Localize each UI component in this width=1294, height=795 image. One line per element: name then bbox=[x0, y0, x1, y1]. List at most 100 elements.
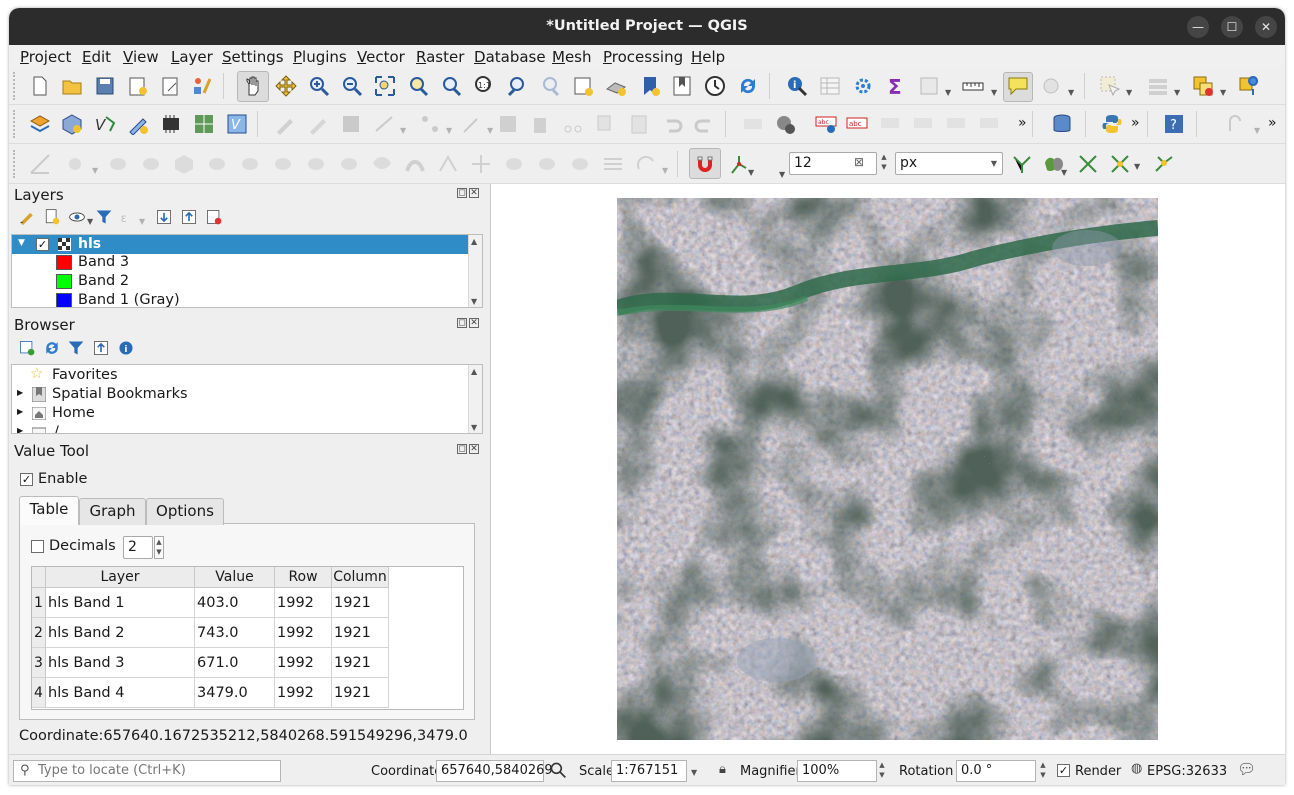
lock-scale-icon[interactable]: 🔒︎ bbox=[719, 762, 726, 777]
tab-table[interactable]: Table bbox=[19, 496, 79, 525]
filter-browser-icon[interactable] bbox=[67, 339, 85, 357]
modify-attributes-all-icon[interactable] bbox=[497, 113, 519, 135]
close-panel-icon[interactable]: ✕ bbox=[469, 318, 479, 328]
georeferencer-icon[interactable] bbox=[1227, 113, 1249, 135]
browser-item-favorites[interactable]: ☆ Favorites bbox=[12, 365, 468, 385]
trace-digitizing-icon[interactable] bbox=[1109, 153, 1131, 175]
chevron-down-icon[interactable]: ▼ bbox=[87, 217, 93, 226]
layer-visibility-checkbox[interactable]: ✓ bbox=[36, 238, 49, 251]
statistical-summary-icon[interactable]: Σ bbox=[885, 75, 907, 97]
help-contents-icon[interactable]: ? bbox=[1163, 113, 1185, 135]
chevron-down-icon[interactable]: ▼ bbox=[662, 166, 668, 175]
redo-icon[interactable] bbox=[694, 113, 716, 135]
select-by-location-icon[interactable] bbox=[1237, 75, 1259, 97]
move-label-icon[interactable] bbox=[912, 113, 934, 135]
cell-layer[interactable]: hls Band 1 bbox=[46, 588, 195, 618]
pan-to-selection-icon[interactable] bbox=[275, 75, 297, 97]
cell-column[interactable]: 1921 bbox=[332, 618, 389, 648]
toolbar-overflow-icon[interactable]: » bbox=[1131, 115, 1140, 131]
move-feature-icon[interactable] bbox=[64, 153, 86, 175]
toolbar-overflow-icon[interactable]: » bbox=[1018, 115, 1027, 131]
map-canvas[interactable] bbox=[490, 184, 1285, 754]
browser-item-root[interactable]: ▶ / bbox=[12, 423, 468, 433]
cut-features-icon[interactable] bbox=[562, 113, 584, 135]
filter-legend-icon[interactable] bbox=[95, 208, 113, 226]
field-calculator-icon[interactable] bbox=[918, 75, 940, 97]
rotate-label-icon[interactable] bbox=[945, 113, 967, 135]
chevron-down-icon[interactable]: ▼ bbox=[1220, 88, 1226, 97]
cell-layer[interactable]: hls Band 4 bbox=[46, 678, 195, 708]
menu-vector[interactable]: Vector bbox=[357, 48, 405, 66]
chevron-down-icon[interactable]: ▼ bbox=[1068, 88, 1074, 97]
topological-editing-icon[interactable] bbox=[1011, 153, 1033, 175]
properties-info-icon[interactable]: i bbox=[117, 339, 135, 357]
expand-arrow-icon[interactable]: ▶ bbox=[17, 388, 23, 397]
cell-value[interactable]: 671.0 bbox=[195, 648, 275, 678]
menu-edit[interactable]: Edit bbox=[82, 48, 111, 66]
measure-line-icon[interactable] bbox=[962, 75, 984, 97]
row-header[interactable]: 2 bbox=[32, 618, 46, 648]
layout-manager-icon[interactable] bbox=[160, 75, 182, 97]
merge-features-icon[interactable] bbox=[569, 153, 591, 175]
scale-feature-icon[interactable] bbox=[140, 153, 162, 175]
remove-layer-icon[interactable] bbox=[205, 208, 223, 226]
current-edits-icon[interactable] bbox=[274, 113, 296, 135]
data-source-manager-icon[interactable] bbox=[29, 113, 51, 135]
paste-features-icon[interactable] bbox=[628, 113, 650, 135]
cell-layer[interactable]: hls Band 3 bbox=[46, 648, 195, 678]
toggle-editing-icon[interactable] bbox=[307, 113, 329, 135]
processing-toolbox-icon[interactable] bbox=[852, 75, 874, 97]
decimals-spinbox[interactable]: 2 bbox=[123, 536, 153, 559]
tab-options[interactable]: Options bbox=[146, 498, 224, 525]
browser-item-home[interactable]: ▶ Home bbox=[12, 404, 468, 423]
column-header-value[interactable]: Value bbox=[195, 567, 275, 588]
delete-part-icon[interactable] bbox=[338, 153, 360, 175]
messages-icon[interactable]: 💬︎ bbox=[1237, 760, 1256, 778]
manage-map-themes-icon[interactable] bbox=[68, 208, 86, 226]
chevron-down-icon[interactable]: ▼ bbox=[748, 168, 754, 177]
chevron-down-icon[interactable]: ▼ bbox=[1126, 88, 1132, 97]
float-panel-icon[interactable]: ◻ bbox=[457, 318, 467, 328]
advanced-digitizing-icon[interactable] bbox=[29, 153, 51, 175]
zoom-last-icon[interactable] bbox=[506, 75, 528, 97]
split-parts-icon[interactable] bbox=[536, 153, 558, 175]
show-bookmarks-icon[interactable] bbox=[671, 75, 693, 97]
magnifier-field[interactable]: 100% bbox=[797, 760, 877, 782]
select-by-value-icon[interactable] bbox=[1147, 75, 1169, 97]
toolbar-grip[interactable] bbox=[13, 72, 17, 100]
zoom-in-icon[interactable] bbox=[308, 75, 330, 97]
collapse-arrow-icon[interactable]: ▼ bbox=[18, 238, 25, 248]
cell-column[interactable]: 1921 bbox=[332, 588, 389, 618]
browser-item-spatial-bookmarks[interactable]: ▶ Spatial Bookmarks bbox=[12, 385, 468, 404]
add-part-icon[interactable] bbox=[239, 153, 261, 175]
new-project-icon[interactable] bbox=[29, 75, 51, 97]
deselect-features-icon[interactable] bbox=[1192, 75, 1214, 97]
cell-row[interactable]: 1992 bbox=[275, 678, 332, 708]
menu-project[interactable]: Project bbox=[20, 48, 71, 66]
menu-database[interactable]: Database bbox=[474, 48, 546, 66]
chevron-down-icon[interactable]: ▼ bbox=[1061, 168, 1067, 177]
delete-selected-icon[interactable] bbox=[529, 113, 551, 135]
menu-view[interactable]: View bbox=[123, 48, 159, 66]
copy-features-icon[interactable] bbox=[595, 113, 617, 135]
menu-raster[interactable]: Raster bbox=[416, 48, 464, 66]
new-print-layout-icon[interactable] bbox=[127, 75, 149, 97]
cell-value[interactable]: 3479.0 bbox=[195, 678, 275, 708]
expand-arrow-icon[interactable]: ▶ bbox=[17, 407, 23, 416]
chevron-down-icon[interactable]: ▼ bbox=[779, 170, 785, 179]
toolbar-grip[interactable] bbox=[13, 110, 17, 138]
decimals-checkbox[interactable] bbox=[31, 540, 44, 553]
zoom-native-icon[interactable]: 1:1 bbox=[473, 75, 495, 97]
open-attribute-table-icon[interactable] bbox=[819, 75, 841, 97]
menu-processing[interactable]: Processing bbox=[603, 48, 683, 66]
toolbar-overflow-icon[interactable]: » bbox=[1268, 115, 1277, 131]
chevron-down-icon[interactable]: ▼ bbox=[1254, 126, 1260, 135]
rotate-feature-icon[interactable] bbox=[107, 153, 129, 175]
open-project-icon[interactable] bbox=[61, 75, 83, 97]
enable-checkbox[interactable]: ✓ bbox=[20, 473, 33, 486]
minimize-button[interactable]: — bbox=[1187, 16, 1209, 38]
chevron-down-icon[interactable]: ▼ bbox=[139, 217, 145, 226]
pan-map-icon[interactable] bbox=[242, 75, 264, 97]
self-snapping-icon[interactable] bbox=[1153, 153, 1175, 175]
simplify-feature-icon[interactable] bbox=[173, 153, 195, 175]
